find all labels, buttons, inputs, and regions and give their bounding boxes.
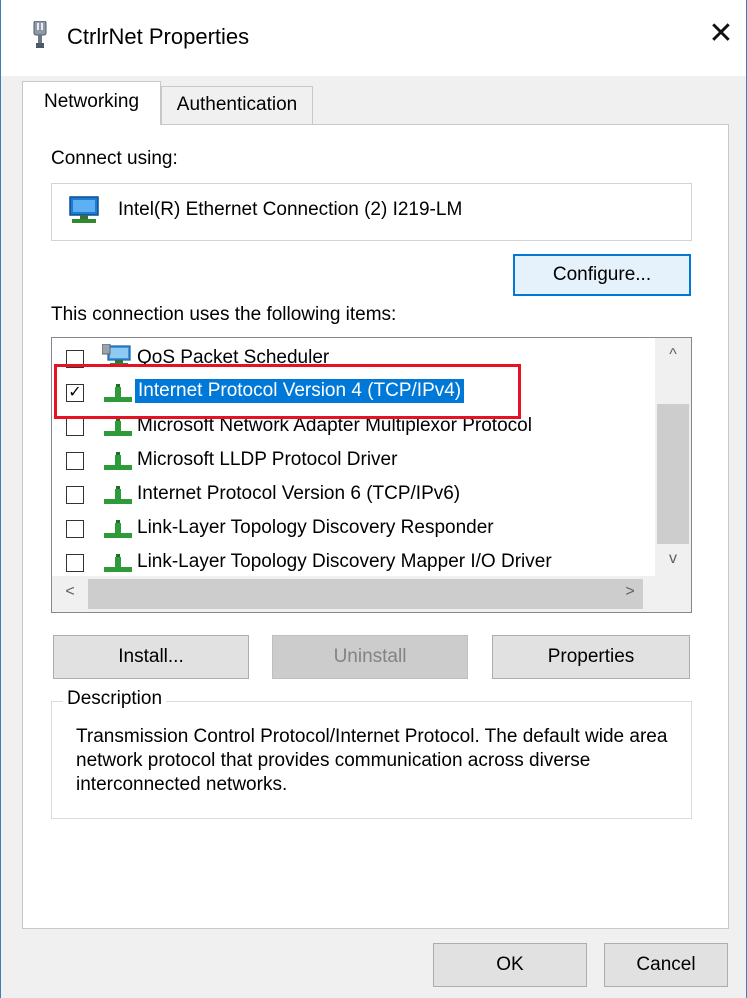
tab-authentication[interactable]: Authentication [161,86,313,125]
ok-button[interactable]: OK [433,943,587,987]
vertical-scrollbar[interactable]: ^ v [655,338,691,576]
item-label: Microsoft LLDP Protocol Driver [137,449,398,470]
configure-button[interactable]: Configure... [513,254,691,296]
description-text: Transmission Control Protocol/Internet P… [76,726,668,795]
selection-annotation-frame [54,364,521,419]
horizontal-scroll-thumb[interactable] [88,579,643,609]
scroll-left-icon[interactable]: < [52,583,88,601]
item-checkbox[interactable] [66,520,84,538]
horizontal-scrollbar[interactable]: < > [52,576,691,612]
protocol-icon [102,551,134,578]
item-checkbox[interactable] [66,486,84,504]
scroll-up-icon[interactable]: ^ [655,346,691,364]
list-item-ipv6[interactable]: Internet Protocol Version 6 (TCP/IPv6) [52,478,654,512]
protocol-icon [102,449,134,476]
list-item-lltd-responder[interactable]: Link-Layer Topology Discovery Responder [52,512,654,546]
scroll-right-icon[interactable]: > [612,583,648,601]
list-item-lldp[interactable]: Microsoft LLDP Protocol Driver [52,444,654,478]
close-button[interactable]: ✕ [701,14,741,54]
adapter-field: Intel(R) Ethernet Connection (2) I219-LM [51,183,692,241]
scroll-down-icon[interactable]: v [655,550,691,568]
properties-dialog: CtrlrNet Properties ✕ Networking Authent… [0,0,747,998]
uninstall-button: Uninstall [272,635,468,679]
title-bar: CtrlrNet Properties ✕ [1,0,746,76]
network-plug-icon [31,20,49,49]
tab-networking[interactable]: Networking [22,81,161,125]
vertical-scroll-thumb[interactable] [657,404,689,544]
list-item-lltd-mapper[interactable]: Link-Layer Topology Discovery Mapper I/O… [52,546,654,580]
protocol-icon [102,483,134,510]
window-title: CtrlrNet Properties [67,24,250,49]
item-checkbox[interactable] [66,452,84,470]
cancel-button[interactable]: Cancel [604,943,728,987]
network-adapter-icon [68,195,100,230]
item-label: Link-Layer Topology Discovery Mapper I/O… [137,551,552,572]
adapter-name: Intel(R) Ethernet Connection (2) I219-LM [118,199,463,220]
scroll-corner [655,576,691,612]
connect-using-label: Connect using: [51,148,178,169]
items-label: This connection uses the following items… [51,304,397,325]
item-checkbox[interactable] [66,554,84,572]
item-label: Internet Protocol Version 6 (TCP/IPv6) [137,483,461,504]
item-checkbox[interactable] [66,418,84,436]
install-button[interactable]: Install... [53,635,249,679]
protocol-icon [102,517,134,544]
description-title: Description [63,688,167,710]
item-label: Link-Layer Topology Discovery Responder [137,517,494,538]
protocol-icon [102,415,134,442]
properties-button[interactable]: Properties [492,635,690,679]
